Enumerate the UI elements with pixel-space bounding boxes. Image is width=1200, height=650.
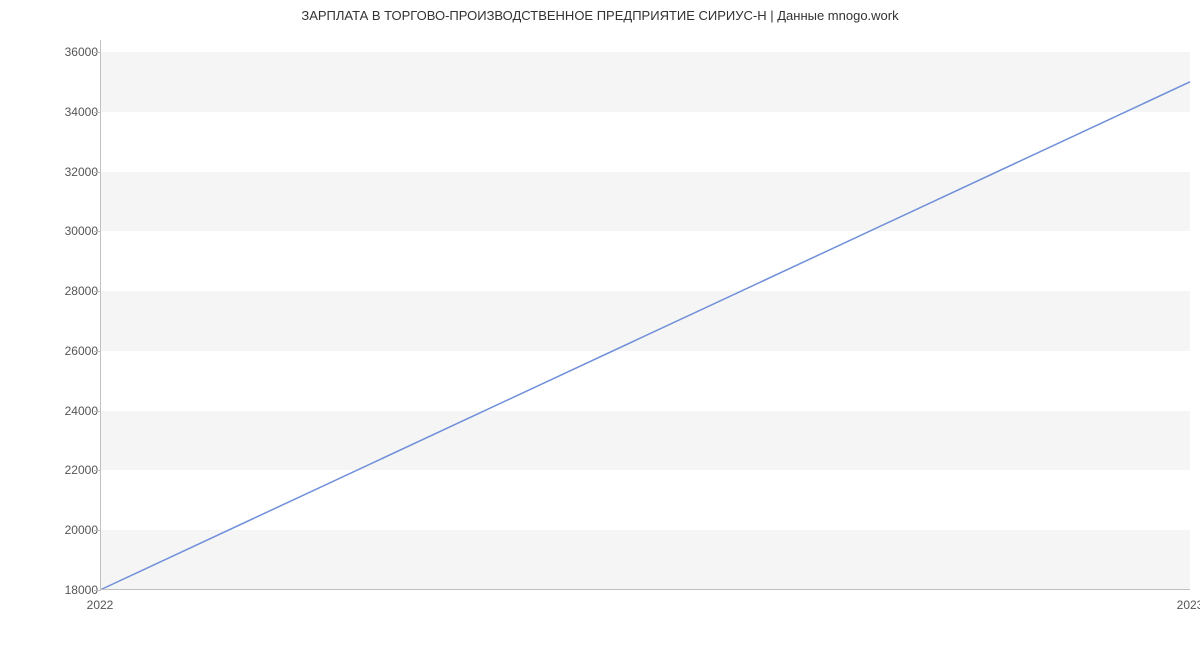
y-axis-line: [100, 40, 101, 590]
y-tick-label: 22000: [65, 463, 98, 477]
x-tick-label: 2022: [87, 598, 114, 612]
y-tick-mark: [94, 351, 100, 352]
y-tick-label: 36000: [65, 45, 98, 59]
y-tick-mark: [94, 52, 100, 53]
y-tick-mark: [94, 530, 100, 531]
y-tick-label: 18000: [65, 583, 98, 597]
y-tick-label: 28000: [65, 284, 98, 298]
y-tick-mark: [94, 291, 100, 292]
y-tick-mark: [94, 231, 100, 232]
y-tick-mark: [94, 590, 100, 591]
y-tick-label: 34000: [65, 105, 98, 119]
y-tick-mark: [94, 112, 100, 113]
x-tick-label: 2023: [1177, 598, 1200, 612]
salary-series: [100, 82, 1190, 590]
line-svg: [100, 40, 1190, 590]
plot-area: [100, 40, 1190, 590]
y-tick-mark: [94, 172, 100, 173]
x-axis-line: [100, 589, 1190, 590]
y-tick-mark: [94, 411, 100, 412]
y-tick-label: 26000: [65, 344, 98, 358]
y-tick-label: 30000: [65, 224, 98, 238]
chart-title: ЗАРПЛАТА В ТОРГОВО-ПРОИЗВОДСТВЕННОЕ ПРЕД…: [0, 8, 1200, 23]
y-tick-mark: [94, 470, 100, 471]
y-tick-label: 24000: [65, 404, 98, 418]
y-tick-label: 32000: [65, 165, 98, 179]
y-tick-label: 20000: [65, 523, 98, 537]
salary-line-chart: ЗАРПЛАТА В ТОРГОВО-ПРОИЗВОДСТВЕННОЕ ПРЕД…: [0, 0, 1200, 650]
